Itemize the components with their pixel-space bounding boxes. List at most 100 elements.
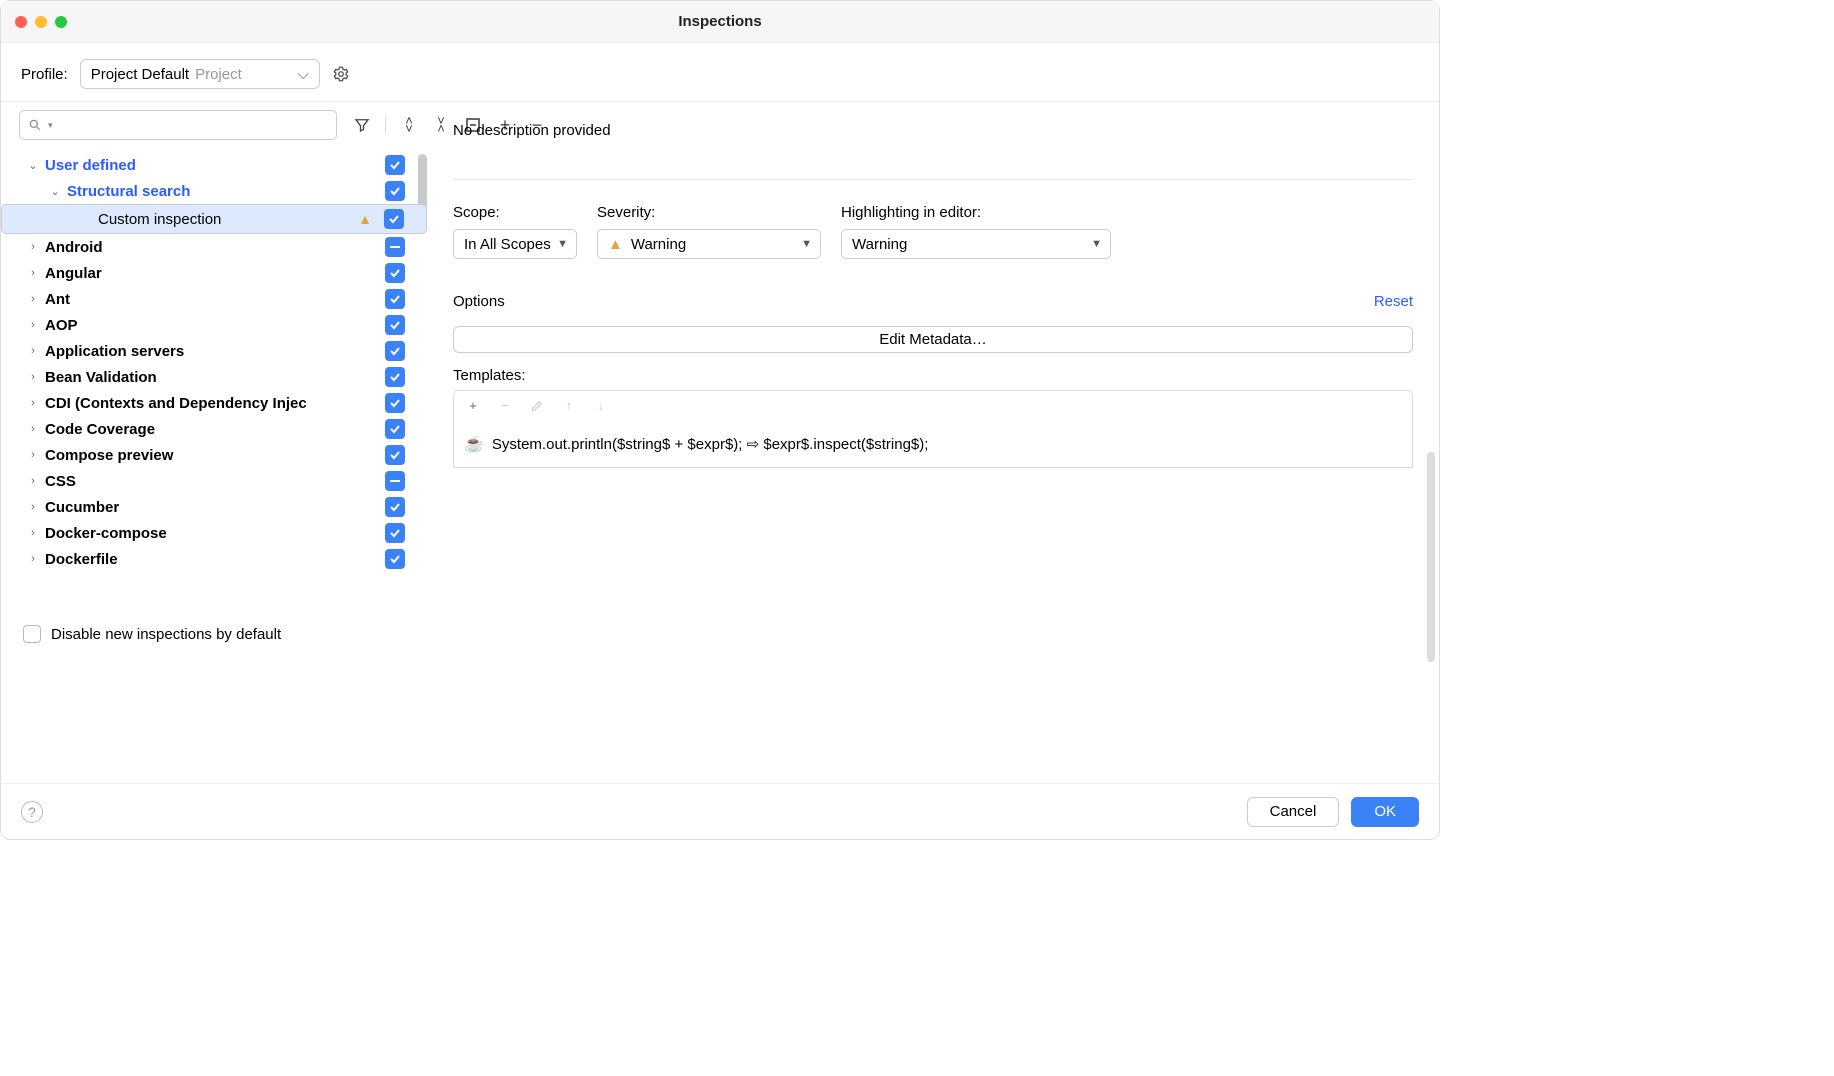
highlighting-label: Highlighting in editor: (841, 204, 1111, 221)
tree-item-label: Structural search (67, 183, 190, 200)
profile-value: Project Default (91, 66, 189, 83)
detail-scrollbar[interactable] (1427, 452, 1435, 662)
search-input[interactable]: ▾ (19, 110, 337, 140)
chevron-right-icon[interactable]: › (25, 423, 41, 435)
scope-label: Scope: (453, 204, 577, 221)
chevron-right-icon[interactable]: › (25, 527, 41, 539)
tree-row[interactable]: ⌄User defined (1, 152, 427, 178)
reset-link[interactable]: Reset (1374, 293, 1413, 310)
tree-checkbox[interactable] (385, 237, 405, 257)
tree-checkbox[interactable] (385, 471, 405, 491)
tree-row[interactable]: › AOP (1, 312, 427, 338)
disable-new-checkbox[interactable] (23, 625, 41, 643)
tree-checkbox[interactable] (385, 315, 405, 335)
tree-row[interactable]: › CDI (Contexts and Dependency Injec (1, 390, 427, 416)
move-down-icon: ↓ (592, 397, 610, 415)
tree-row[interactable]: › Docker-compose (1, 520, 427, 546)
inspection-tree[interactable]: ⌄User defined⌄Structural searchCustom in… (1, 148, 427, 611)
tree-checkbox[interactable] (385, 523, 405, 543)
warning-icon: ▲ (358, 211, 372, 227)
chevron-right-icon[interactable]: › (25, 345, 41, 357)
tree-item-label: CDI (Contexts and Dependency Injec (45, 395, 307, 412)
tree-row[interactable]: ›Compose preview (1, 442, 427, 468)
chevron-right-icon[interactable]: › (25, 371, 41, 383)
chevron-right-icon[interactable]: › (25, 553, 41, 565)
edit-template-icon (528, 397, 546, 415)
tree-item-label: Custom inspection (98, 211, 221, 228)
chevron-down-icon: ▼ (1091, 238, 1102, 250)
profile-label: Profile: (21, 66, 68, 83)
titlebar: Inspections (1, 1, 1439, 43)
chevron-right-icon[interactable]: › (25, 267, 41, 279)
tree-item-label: Ant (45, 291, 70, 308)
template-row[interactable]: ☕ System.out.println($string$ + $expr$);… (453, 420, 1413, 468)
chevron-right-icon[interactable]: › (25, 475, 41, 487)
chevron-down-icon[interactable]: ⌄ (25, 159, 41, 172)
tree-row[interactable]: › Angular (1, 260, 427, 286)
tree-checkbox[interactable] (385, 341, 405, 361)
profile-select[interactable]: Project Default Project ⌵ (80, 59, 320, 89)
chevron-down-icon: ⌵ (297, 66, 308, 83)
gear-icon[interactable] (332, 65, 350, 83)
tree-checkbox[interactable] (385, 419, 405, 439)
tree-row[interactable]: ›Application servers (1, 338, 427, 364)
tree-row[interactable]: ›Dockerfile (1, 546, 427, 572)
chevron-right-icon[interactable]: › (25, 241, 41, 253)
move-up-icon: ↑ (560, 397, 578, 415)
highlighting-select[interactable]: Warning ▼ (841, 229, 1111, 259)
expand-all-icon[interactable]: ˄˅ (400, 116, 418, 134)
tree-row[interactable]: › Cucumber (1, 494, 427, 520)
chevron-down-icon: ▼ (801, 238, 812, 250)
help-button[interactable]: ? (21, 801, 43, 823)
tree-item-label: Android (45, 239, 103, 256)
tree-checkbox[interactable] (385, 497, 405, 517)
tree-item-label: AOP (45, 317, 78, 334)
tree-checkbox[interactable] (385, 155, 405, 175)
tree-item-label: Code Coverage (45, 421, 155, 438)
add-template-icon[interactable]: + (464, 397, 482, 415)
left-panel: ▾ ˄˅ ˅˄ + − ⌄User defined⌄Structural sea… (1, 102, 427, 657)
tree-checkbox[interactable] (385, 549, 405, 569)
chevron-down-icon[interactable]: ⌄ (47, 185, 63, 198)
filter-icon[interactable] (353, 116, 371, 134)
tree-item-label: Cucumber (45, 499, 119, 516)
tree-item-label: CSS (45, 473, 76, 490)
tree-row[interactable]: › Ant (1, 286, 427, 312)
severity-select[interactable]: ▲ Warning ▼ (597, 229, 821, 259)
tree-checkbox[interactable] (385, 181, 405, 201)
warning-icon: ▲ (608, 236, 623, 253)
tree-item-label: Docker-compose (45, 525, 167, 542)
chevron-right-icon[interactable]: › (25, 397, 41, 409)
tree-checkbox[interactable] (385, 263, 405, 283)
java-icon: ☕ (464, 434, 484, 454)
remove-template-icon: − (496, 397, 514, 415)
tree-row[interactable]: › Code Coverage (1, 416, 427, 442)
tree-checkbox[interactable] (385, 393, 405, 413)
templates-toolbar: + − ↑ ↓ (453, 390, 1413, 420)
ok-button[interactable]: OK (1351, 797, 1419, 827)
tree-row[interactable]: › CSS (1, 468, 427, 494)
tree-row[interactable]: ›Bean Validation (1, 364, 427, 390)
chevron-right-icon[interactable]: › (25, 293, 41, 305)
tree-row[interactable]: › Android (1, 234, 427, 260)
tree-checkbox[interactable] (385, 367, 405, 387)
window-title: Inspections (1, 13, 1439, 30)
chevron-right-icon[interactable]: › (25, 319, 41, 331)
profile-row: Profile: Project Default Project ⌵ (1, 43, 1439, 101)
chevron-right-icon[interactable]: › (25, 501, 41, 513)
disable-new-label: Disable new inspections by default (51, 626, 281, 643)
profile-suffix: Project (195, 66, 242, 83)
tree-row[interactable]: Custom inspection ▲ (1, 204, 427, 234)
tree-row[interactable]: ⌄ Structural search (1, 178, 427, 204)
chevron-right-icon[interactable]: › (25, 449, 41, 461)
options-label: Options (453, 293, 505, 310)
detail-panel: No description provided Scope: In All Sc… (427, 102, 1439, 657)
tree-item-label: Angular (45, 265, 102, 282)
templates-label: Templates: (453, 367, 1413, 384)
tree-checkbox[interactable] (385, 445, 405, 465)
cancel-button[interactable]: Cancel (1247, 797, 1340, 827)
tree-checkbox[interactable] (384, 209, 404, 229)
scope-select[interactable]: In All Scopes ▼ (453, 229, 577, 259)
tree-checkbox[interactable] (385, 289, 405, 309)
edit-metadata-button[interactable]: Edit Metadata… (453, 326, 1413, 353)
